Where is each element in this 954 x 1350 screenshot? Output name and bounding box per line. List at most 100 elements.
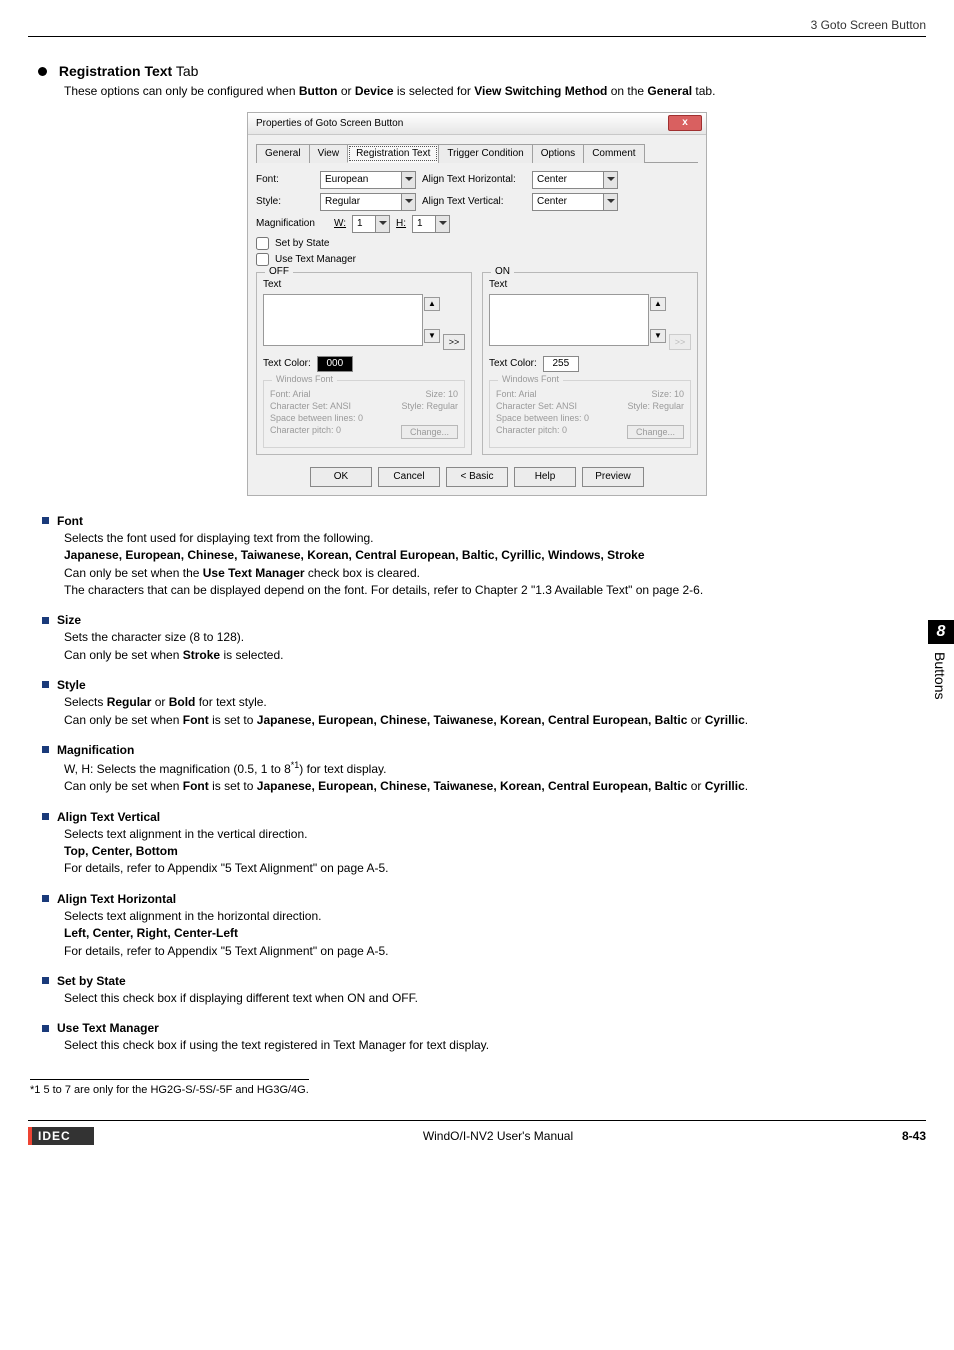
preview-button[interactable]: Preview bbox=[582, 467, 644, 487]
off-windows-font: Windows Font Font: ArialSize: 10 Charact… bbox=[263, 380, 465, 448]
tab-view[interactable]: View bbox=[309, 144, 349, 163]
item-align-vertical: Align Text Vertical Selects text alignme… bbox=[42, 810, 926, 878]
on-text-area[interactable]: ▲ ▼ bbox=[489, 294, 649, 346]
footer-title: WindO/I-NV2 User's Manual bbox=[94, 1129, 902, 1143]
off-on-columns: OFF Text ▲ ▼ >> Text bbox=[256, 272, 698, 455]
close-icon[interactable]: x bbox=[668, 115, 702, 131]
windows-font-legend: Windows Font bbox=[498, 374, 563, 384]
tab-comment[interactable]: Comment bbox=[583, 144, 644, 163]
align-h-value: Center bbox=[537, 174, 567, 185]
tab-options[interactable]: Options bbox=[532, 144, 584, 163]
align-v-dropdown[interactable]: Center bbox=[532, 193, 618, 211]
heading-light: Tab bbox=[172, 63, 198, 79]
font-label: Font: bbox=[256, 174, 314, 185]
side-tab: 8 Buttons bbox=[928, 620, 954, 707]
align-h-dropdown[interactable]: Center bbox=[532, 171, 618, 189]
checkbox-input[interactable] bbox=[256, 253, 269, 266]
dialog-footer-buttons: OK Cancel < Basic Help Preview bbox=[256, 465, 698, 487]
dialog-title: Properties of Goto Screen Button bbox=[256, 118, 668, 129]
chevron-down-icon bbox=[401, 194, 415, 210]
basic-button[interactable]: < Basic bbox=[446, 467, 508, 487]
off-text-area[interactable]: ▲ ▼ bbox=[263, 294, 423, 346]
footnote: *1 5 to 7 are only for the HG2G-S/-5S/-5… bbox=[30, 1079, 309, 1096]
breadcrumb: 3 Goto Screen Button bbox=[28, 18, 926, 37]
checkbox-use-text-manager[interactable]: Use Text Manager bbox=[256, 253, 698, 266]
on-color-swatch[interactable]: 255 bbox=[543, 356, 579, 372]
bullet-icon bbox=[38, 67, 47, 76]
windows-font-legend: Windows Font bbox=[272, 374, 337, 384]
font-dropdown-value: European bbox=[325, 174, 368, 185]
on-color-value: 255 bbox=[552, 358, 569, 369]
properties-dialog: Properties of Goto Screen Button x Gener… bbox=[247, 112, 707, 496]
off-color-swatch[interactable]: 000 bbox=[317, 356, 353, 372]
ok-button[interactable]: OK bbox=[310, 467, 372, 487]
chapter-number: 8 bbox=[928, 620, 954, 644]
page-number: 8-43 bbox=[902, 1129, 926, 1143]
off-color-value: 000 bbox=[326, 358, 343, 369]
off-fieldset: OFF Text ▲ ▼ >> Text bbox=[256, 272, 472, 455]
page-footer: IDEC WindO/I-NV2 User's Manual 8-43 bbox=[28, 1120, 926, 1145]
style-dropdown[interactable]: Regular bbox=[320, 193, 416, 211]
off-color-row: Text Color: 000 bbox=[263, 356, 465, 372]
dialog-tabs: General View Registration Text Trigger C… bbox=[256, 143, 698, 163]
chevron-down-icon bbox=[435, 216, 449, 232]
magnification-label: Magnification bbox=[256, 218, 328, 229]
style-label: Style: bbox=[256, 196, 314, 207]
chevron-down-icon bbox=[375, 216, 389, 232]
mag-w-dropdown[interactable]: 1 bbox=[352, 215, 390, 233]
mag-w-value: 1 bbox=[357, 218, 363, 229]
item-size: Size Sets the character size (8 to 128).… bbox=[42, 613, 926, 664]
text-label: Text bbox=[263, 279, 465, 290]
change-button: Change... bbox=[627, 425, 684, 439]
on-fieldset: ON Text ▲ ▼ >> Text C bbox=[482, 272, 698, 455]
align-v-label: Align Text Vertical: bbox=[422, 196, 526, 207]
item-set-by-state: Set by State Select this check box if di… bbox=[42, 974, 926, 1007]
section-heading: Registration Text Tab bbox=[38, 63, 926, 79]
text-color-label: Text Color: bbox=[263, 358, 311, 369]
heading-bold: Registration Text bbox=[59, 63, 172, 79]
tab-trigger-condition[interactable]: Trigger Condition bbox=[438, 144, 532, 163]
chevron-down-icon bbox=[401, 172, 415, 188]
mag-h-value: 1 bbox=[417, 218, 423, 229]
on-color-row: Text Color: 255 bbox=[489, 356, 691, 372]
checkbox-input[interactable] bbox=[256, 237, 269, 250]
chevron-down-icon bbox=[603, 194, 617, 210]
font-dropdown[interactable]: European bbox=[320, 171, 416, 189]
dialog-container: Properties of Goto Screen Button x Gener… bbox=[28, 112, 926, 496]
tab-general[interactable]: General bbox=[256, 144, 310, 163]
off-legend: OFF bbox=[265, 266, 293, 277]
page: 3 Goto Screen Button Registration Text T… bbox=[0, 0, 954, 1163]
style-dropdown-value: Regular bbox=[325, 196, 360, 207]
item-font: Font Selects the font used for displayin… bbox=[42, 514, 926, 600]
item-align-horizontal: Align Text Horizontal Selects text align… bbox=[42, 892, 926, 960]
up-icon[interactable]: ▲ bbox=[424, 297, 440, 311]
font-row: Font: European Align Text Horizontal: Ce… bbox=[256, 171, 698, 189]
item-use-text-manager: Use Text Manager Select this check box i… bbox=[42, 1021, 926, 1054]
dialog-body: General View Registration Text Trigger C… bbox=[248, 135, 706, 495]
copy-to-on-button[interactable]: >> bbox=[443, 334, 465, 350]
up-icon[interactable]: ▲ bbox=[650, 297, 666, 311]
mag-h-label: H: bbox=[396, 218, 406, 229]
idec-logo: IDEC bbox=[28, 1127, 94, 1145]
down-icon[interactable]: ▼ bbox=[424, 329, 440, 343]
help-button[interactable]: Help bbox=[514, 467, 576, 487]
copy-button-disabled: >> bbox=[669, 334, 691, 350]
chapter-label: Buttons bbox=[928, 644, 952, 707]
tab-registration-text[interactable]: Registration Text bbox=[347, 144, 439, 163]
text-label: Text bbox=[489, 279, 691, 290]
section-description: These options can only be configured whe… bbox=[64, 83, 926, 100]
on-legend: ON bbox=[491, 266, 514, 277]
checkbox-label: Set by State bbox=[275, 238, 329, 249]
style-row: Style: Regular Align Text Vertical: Cent… bbox=[256, 193, 698, 211]
align-v-value: Center bbox=[537, 196, 567, 207]
mag-h-dropdown[interactable]: 1 bbox=[412, 215, 450, 233]
checkbox-set-by-state[interactable]: Set by State bbox=[256, 237, 698, 250]
cancel-button[interactable]: Cancel bbox=[378, 467, 440, 487]
down-icon[interactable]: ▼ bbox=[650, 329, 666, 343]
mag-w-label: W: bbox=[334, 218, 346, 229]
change-button: Change... bbox=[401, 425, 458, 439]
item-style: Style Selects Regular or Bold for text s… bbox=[42, 678, 926, 729]
dialog-titlebar: Properties of Goto Screen Button x bbox=[248, 113, 706, 135]
magnification-row: Magnification W: 1 H: 1 bbox=[256, 215, 698, 233]
item-magnification: Magnification W, H: Selects the magnific… bbox=[42, 743, 926, 796]
